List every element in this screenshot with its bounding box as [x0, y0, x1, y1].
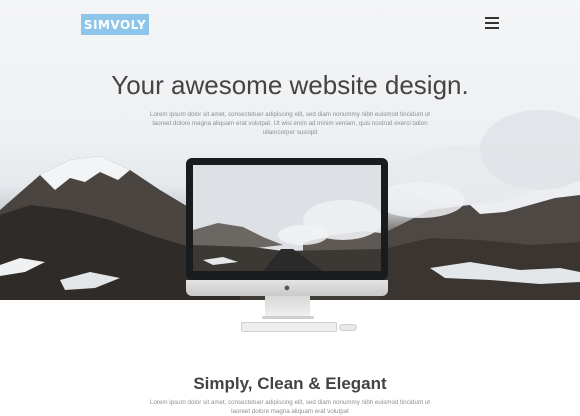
keyboard — [241, 322, 337, 332]
monitor-bezel — [186, 158, 388, 280]
menu-line — [485, 17, 499, 19]
monitor-stand — [265, 296, 310, 318]
monitor-screen — [193, 165, 381, 271]
screen-landscape-image — [193, 165, 381, 271]
monitor-stand-base — [262, 316, 314, 319]
hero-headline: Your awesome website design. — [111, 70, 469, 100]
apple-logo-icon: ● — [283, 282, 291, 294]
hamburger-menu-icon[interactable] — [485, 17, 499, 29]
menu-line — [485, 27, 499, 29]
section-title: Simply, Clean & Elegant — [193, 374, 387, 393]
brand-logo-text: SIMVOLY — [83, 17, 147, 32]
hero-lead-text: Lorem ipsum dolor sit amet, consectetuer… — [150, 111, 430, 136]
menu-line — [485, 22, 499, 24]
brand-logo[interactable]: SIMVOLY — [81, 14, 149, 35]
mouse — [339, 324, 357, 331]
imac-mockup: ● — [186, 158, 388, 296]
section-text: Lorem ipsum dolor sit amet, consectetuer… — [150, 399, 430, 415]
